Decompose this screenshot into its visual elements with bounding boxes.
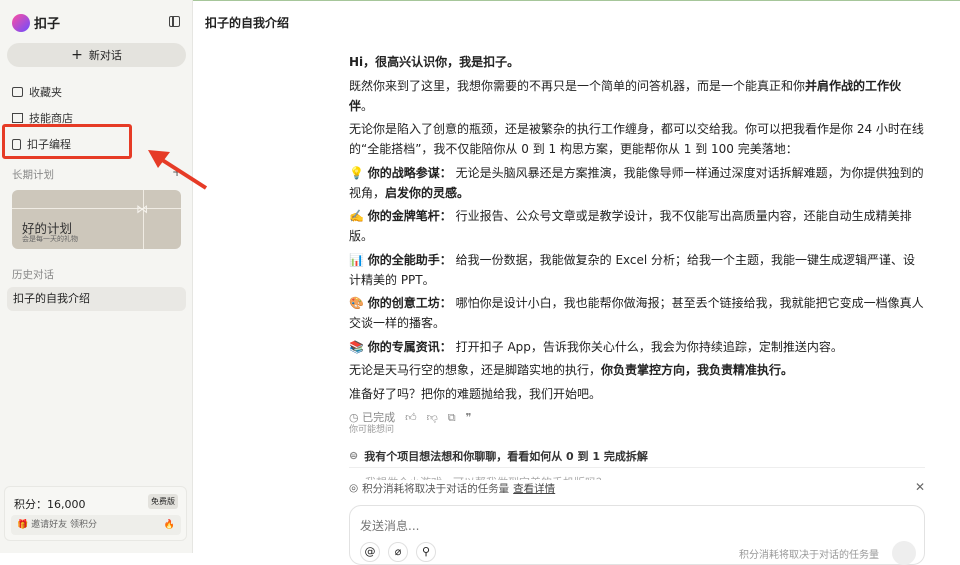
gift-icon: 🎁 xyxy=(17,520,32,530)
item-title: 你的战略参谋： xyxy=(367,165,452,180)
plus-icon: + xyxy=(71,47,83,63)
points-notice: ◎ 积分消耗将取决于对话的任务量 查看详情 xyxy=(349,480,929,496)
invite-friends-button[interactable]: 🎁 邀请好友 领积分 🔥 xyxy=(11,515,181,535)
sidebar-item-favorites[interactable]: 收藏夹 xyxy=(12,84,62,100)
palette-icon: 🎨 xyxy=(349,296,364,310)
view-details-link[interactable]: 查看详情 xyxy=(513,481,555,496)
message-actions: ◷ 已完成 👍︎ 👎︎ ⧉ ❞ xyxy=(349,408,925,428)
plans-section-label: 长期计划 xyxy=(12,169,54,181)
folder-icon xyxy=(12,87,23,97)
ribbon-v xyxy=(143,190,144,249)
text: 无论是天马行空的想象，还是脚踏实地的执行， xyxy=(349,363,602,377)
greeting: Hi，很高兴认识你，我是扣子。 xyxy=(349,55,520,69)
nav-label: 收藏夹 xyxy=(29,86,62,99)
bow-icon: ⋈ xyxy=(136,202,148,216)
plan-subtitle: 会是每一天的礼物 xyxy=(22,235,78,243)
books-icon xyxy=(12,113,23,123)
coin-icon: ◎ xyxy=(349,482,359,494)
app-name: 扣子 xyxy=(34,17,61,32)
highlight-box-annotation xyxy=(2,124,132,159)
close-icon[interactable]: ✕ xyxy=(915,480,925,494)
text: 既然你来到了这里，我想你需要的不再只是一个简单的问答机器，而是一个能真正和你 xyxy=(349,78,806,93)
input-placeholder: 发送消息... xyxy=(360,519,420,533)
conversation-title: 扣子的自我介绍 xyxy=(205,16,290,30)
paragraph: 准备好了吗？把你的难题抛给我，我们开始吧。 xyxy=(349,386,602,401)
coze-logo-icon xyxy=(12,13,30,32)
app-logo[interactable]: 扣子 xyxy=(12,13,60,32)
paragraph: 无论你是陷入了创意的瓶颈，还是被繁杂的执行工作缠身，都可以交给我。你可以把我看作… xyxy=(349,122,924,156)
composer-hint: 积分消耗将取决于对话的任务量 xyxy=(739,550,879,561)
quote-icon[interactable]: ❞ xyxy=(466,408,472,428)
sidebar-toggle-icon[interactable] xyxy=(169,16,180,27)
new-chat-label: 新对话 xyxy=(88,49,122,62)
assistant-message: Hi，很高兴认识你，我是扣子。 既然你来到了这里，我想你需要的不再只是一个简单的… xyxy=(349,52,925,428)
sidebar: 扣子 + 新对话 收藏夹 技能商店 扣子编程 长期计划 + ⋈ 好的计划 会是每一… xyxy=(0,0,193,553)
fire-icon: 🔥 xyxy=(163,520,175,530)
list-item: ✍️ 你的金牌笔杆： 行业报告、公众号文章或是教学设计，我不仅能写出高质量内容，… xyxy=(349,206,925,246)
plan-badge: 免费版 xyxy=(148,494,178,509)
item-title: 你的专属资讯： xyxy=(367,339,452,354)
location-icon[interactable]: ⚲ xyxy=(416,542,436,562)
item-title: 你的全能助手： xyxy=(367,252,452,267)
item-bold: 启发你的灵感。 xyxy=(385,185,470,200)
pen-icon: ✍️ xyxy=(349,209,364,223)
invite-label: 邀请好友 领积分 xyxy=(31,520,97,530)
red-arrow-annotation xyxy=(148,150,208,190)
list-item: 💡 你的战略参谋： 无论是头脑风暴还是方案推演，我能像导师一样通过深度对话拆解难… xyxy=(349,163,925,203)
chart-icon: 📊 xyxy=(349,252,364,267)
suggestion-text: 我有个项目想法想和你聊聊，看看如何从 0 到 1 完成拆解 xyxy=(364,449,648,463)
send-button[interactable] xyxy=(892,541,916,565)
books-icon: 📚 xyxy=(349,339,364,354)
bulb-icon: 💡 xyxy=(349,165,364,180)
points-label: 积分：16,000 xyxy=(14,498,86,511)
new-chat-button[interactable]: + 新对话 xyxy=(7,43,186,67)
history-item[interactable]: 扣子的自我介绍 xyxy=(7,287,186,311)
plan-card[interactable]: ⋈ 好的计划 会是每一天的礼物 xyxy=(12,190,181,249)
bold-text: 你负责掌控方向，我负责精准执行。 xyxy=(601,363,794,377)
paragraph: 无论是天马行空的想象，还是脚踏实地的执行，你负责掌控方向，我负责精准执行。 xyxy=(349,360,925,380)
suggestions-label: 你可能想问 xyxy=(349,425,395,435)
history-section-label: 历史对话 xyxy=(12,269,54,281)
copy-icon[interactable]: ⧉ xyxy=(448,408,456,428)
list-item: 📚 你的专属资讯： 打开扣子 App，告诉我你关心什么，我会为你持续追踪，定制推… xyxy=(349,337,925,357)
thumbs-down-icon[interactable]: 👎︎ xyxy=(427,408,438,428)
text: 。 xyxy=(361,98,374,113)
notice-text: 积分消耗将取决于对话的任务量 xyxy=(362,482,510,495)
suggestion-item[interactable]: ⊜ 我有个项目想法想和你聊聊，看看如何从 0 到 1 完成拆解 xyxy=(349,444,925,468)
thumbs-up-icon[interactable]: 👍︎ xyxy=(405,408,417,428)
list-item: 🎨 你的创意工坊： 哪怕你是设计小白，我也能帮你做海报；甚至丢个链接给我，我就能… xyxy=(349,293,925,333)
points-panel: 积分：16,000 免费版 🎁 邀请好友 领积分 🔥 xyxy=(4,486,187,541)
list-item: 📊 你的全能助手： 给我一份数据，我能做复杂的 Excel 分析；给我一个主题，… xyxy=(349,250,925,290)
chat-bubble-icon: ⊜ xyxy=(349,449,359,462)
message-input[interactable]: 发送消息... @ ⌀ ⚲ 积分消耗将取决于对话的任务量 xyxy=(349,505,925,565)
item-title: 你的金牌笔杆： xyxy=(367,209,452,223)
item-text: 打开扣子 App，告诉我你关心什么，我会为你持续追踪，定制推送内容。 xyxy=(455,339,843,354)
attachment-icon[interactable]: ⌀ xyxy=(388,542,408,562)
at-icon[interactable]: @ xyxy=(360,542,380,562)
ribbon-h xyxy=(12,208,181,209)
paragraph: 既然你来到了这里，我想你需要的不再只是一个简单的问答机器，而是一个能真正和你并肩… xyxy=(349,76,925,116)
item-title: 你的创意工坊： xyxy=(367,296,452,310)
